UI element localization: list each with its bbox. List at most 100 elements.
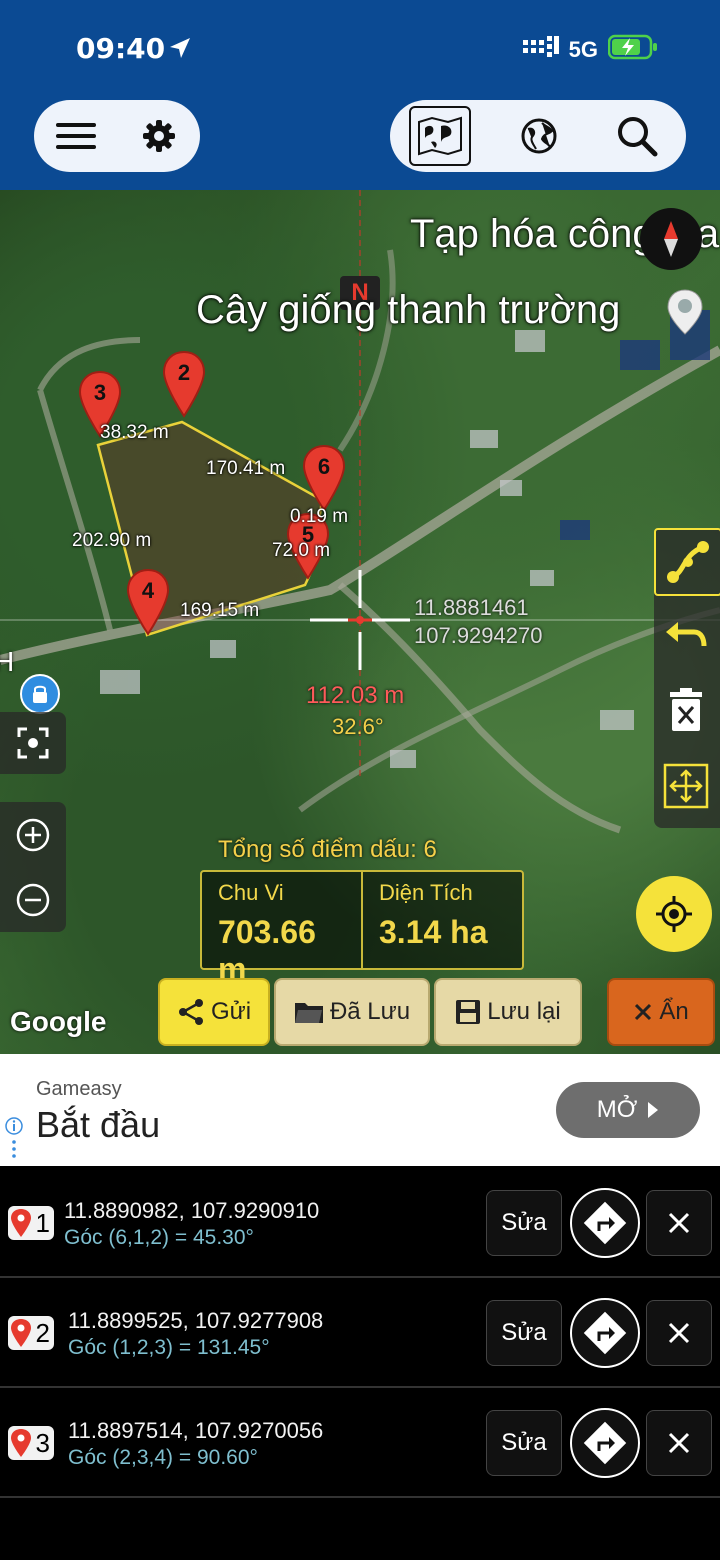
fit-bounds-icon [663, 763, 709, 809]
send-button[interactable]: Gửi [158, 978, 270, 1046]
menu-icon [55, 123, 96, 149]
close-icon [668, 1212, 690, 1234]
distance-label: 72.0 m [272, 540, 331, 561]
map-type-button[interactable] [409, 106, 471, 166]
point-index: 3 [35, 1427, 50, 1458]
globe-icon [521, 118, 557, 154]
crosshair-coordinates: 11.8881461 107.9294270 [414, 594, 542, 650]
total-points-label: Tổng số điểm dấu: 6 [218, 836, 437, 863]
pin-icon [11, 1209, 31, 1237]
focus-button[interactable] [0, 712, 66, 774]
signal-icon [522, 36, 559, 64]
save-icon [456, 1000, 481, 1024]
map-label-nursery: Cây giống thanh trường [196, 288, 621, 332]
gear-icon [142, 120, 175, 152]
google-logo: Google [10, 1006, 107, 1037]
save-button[interactable]: Lưu lại [434, 978, 582, 1046]
delete-point-button[interactable] [646, 1410, 712, 1476]
point-badge: 2 [8, 1316, 54, 1350]
crosshair-bearing: 32.6° [332, 714, 384, 739]
point-row[interactable]: 1 11.8890982, 107.9290910 Góc (6,1,2) = … [0, 1168, 720, 1278]
location-pin-icon [666, 288, 704, 341]
area-cell: Diện Tích 3.14 ha [361, 872, 522, 968]
undo-icon [666, 622, 707, 647]
zoom-controls [0, 802, 66, 932]
map-marker-3-label: 3 [93, 380, 107, 405]
map-marker-2[interactable]: 2 [162, 350, 206, 423]
lock-button[interactable] [20, 674, 60, 714]
compass-button[interactable] [640, 208, 702, 270]
location-arrow-icon [168, 36, 192, 65]
focus-icon [17, 727, 49, 759]
map-marker-2-label: 2 [177, 360, 191, 385]
chevron-right-icon [648, 1102, 659, 1118]
distance-label: 38.32 m [100, 422, 169, 443]
satellite-map[interactable]: N Tạp hóa công loa Cây giống thanh trườn… [0, 190, 720, 1054]
distance-label: 202.90 m [72, 530, 152, 551]
status-right: 5G [522, 34, 658, 66]
area-value: 3.14 ha [379, 914, 488, 950]
delete-icon [670, 688, 702, 731]
zoom-in-button[interactable] [0, 802, 66, 867]
edit-button[interactable]: Sửa [486, 1410, 562, 1476]
navigate-button[interactable] [570, 1298, 640, 1368]
ad-open-label: MỞ [596, 1096, 638, 1123]
stats-panel: Chu Vi 703.66 m Diện Tích 3.14 ha [200, 870, 524, 987]
info-icon[interactable] [4, 1116, 24, 1167]
my-location-button[interactable] [636, 876, 712, 952]
turn-icon [583, 1311, 627, 1355]
saved-button[interactable]: Đã Lưu [274, 978, 430, 1046]
crosshair-target-icon [656, 896, 692, 932]
point-row[interactable]: 2 11.8899525, 107.9277908 Góc (1,2,3) = … [0, 1278, 720, 1388]
save-label: Lưu lại [487, 998, 561, 1025]
edge-label: H [0, 646, 15, 677]
pin-icon [11, 1429, 31, 1457]
point-badge: 1 [8, 1206, 54, 1240]
close-icon [668, 1432, 690, 1454]
menu-button[interactable] [46, 106, 106, 166]
point-coords: 11.8897514, 107.9270056 [68, 1418, 324, 1443]
right-tools [654, 528, 720, 828]
crosshair-lon: 107.9294270 [414, 623, 543, 648]
lock-icon [33, 685, 47, 703]
search-icon [618, 117, 658, 157]
close-icon [668, 1322, 690, 1344]
left-toolbar [34, 100, 200, 172]
compass-icon [664, 221, 678, 257]
battery-icon [607, 34, 658, 66]
navigate-button[interactable] [570, 1408, 640, 1478]
edit-button[interactable]: Sửa [486, 1300, 562, 1366]
hide-label: Ẩn [659, 998, 689, 1025]
edit-button[interactable]: Sửa [486, 1190, 562, 1256]
point-angle: Góc (1,2,3) = 131.45° [68, 1336, 270, 1359]
folder-icon [294, 1003, 323, 1023]
route-button[interactable] [654, 528, 720, 596]
ad-open-button[interactable]: MỞ [556, 1082, 700, 1138]
saved-label: Đã Lưu [329, 998, 411, 1025]
undo-button[interactable] [654, 604, 718, 668]
fit-bounds-button[interactable] [654, 754, 718, 818]
point-index: 1 [35, 1207, 50, 1238]
point-row[interactable]: 3 11.8897514, 107.9270056 Góc (2,3,4) = … [0, 1388, 720, 1498]
globe-button[interactable] [509, 106, 569, 166]
point-angle: Góc (2,3,4) = 90.60° [68, 1446, 258, 1469]
zoom-out-button[interactable] [0, 867, 66, 932]
zoom-in-icon [16, 818, 50, 851]
map-marker-4[interactable]: 4 [126, 568, 170, 641]
route-icon [667, 541, 709, 583]
ad-brand: Gameasy [36, 1078, 122, 1100]
settings-button[interactable] [129, 106, 189, 166]
delete-point-button[interactable] [646, 1300, 712, 1366]
point-angle: Góc (6,1,2) = 45.30° [64, 1226, 254, 1249]
ad-banner[interactable]: Gameasy Bắt đầu MỞ [0, 1054, 720, 1166]
map-marker-4-label: 4 [141, 578, 155, 603]
status-time: 09:40 [76, 32, 166, 65]
point-coords: 11.8899525, 107.9277908 [68, 1308, 324, 1333]
delete-button[interactable] [654, 678, 718, 742]
crosshair-lat: 11.8881461 [414, 595, 529, 620]
navigate-button[interactable] [570, 1188, 640, 1258]
turn-icon [583, 1421, 627, 1465]
hide-button[interactable]: Ẩn [607, 978, 715, 1046]
delete-point-button[interactable] [646, 1190, 712, 1256]
search-button[interactable] [607, 106, 667, 166]
